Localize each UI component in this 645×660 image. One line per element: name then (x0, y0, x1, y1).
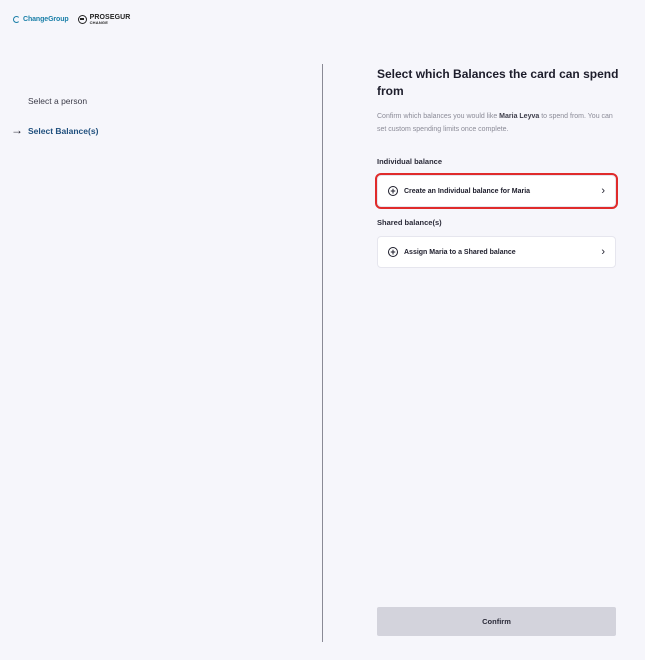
changegroup-logo-text: ChangeGroup (23, 16, 69, 23)
prosegur-change-logo: PROSEGUR CHANGE (77, 14, 131, 25)
arrow-right-icon: → (11, 123, 23, 137)
page-title: Select which Balances the card can spend… (377, 67, 619, 98)
shared-balances-heading: Shared balance(s) (377, 218, 442, 227)
brand-logos: ChangeGroup PROSEGUR CHANGE (13, 14, 130, 25)
changegroup-logo-icon (13, 16, 20, 23)
prosegur-logo-icon (77, 15, 87, 24)
chevron-right-icon: › (601, 184, 605, 197)
page: ChangeGroup PROSEGUR CHANGE Select a per… (0, 0, 645, 660)
assign-shared-balance-button[interactable]: + Assign Maria to a Shared balance › (377, 236, 616, 268)
prosegur-logo-text: PROSEGUR CHANGE (90, 14, 131, 25)
individual-balance-heading: Individual balance (377, 157, 443, 166)
create-individual-balance-button[interactable]: + Create an Individual balance for Maria… (375, 173, 618, 209)
page-description: Confirm which balances you would like Ma… (377, 110, 622, 136)
step-select-person[interactable]: Select a person (28, 96, 87, 106)
description-prefix: Confirm which balances you would like (377, 113, 500, 120)
chevron-right-icon: › (601, 245, 605, 258)
changegroup-logo: ChangeGroup (13, 16, 69, 23)
vertical-divider (322, 64, 323, 642)
create-individual-balance-label: Create an Individual balance for Maria (404, 187, 531, 195)
prosegur-logo-line2: CHANGE (89, 20, 109, 25)
assign-shared-balance-label: Assign Maria to a Shared balance (404, 248, 516, 256)
confirm-button[interactable]: Confirm (377, 607, 616, 636)
plus-circle-icon: + (388, 186, 398, 196)
plus-circle-icon: + (388, 247, 398, 257)
description-person-name: Maria Leyva (499, 113, 540, 120)
step-select-balances[interactable]: Select Balance(s) (28, 126, 98, 136)
